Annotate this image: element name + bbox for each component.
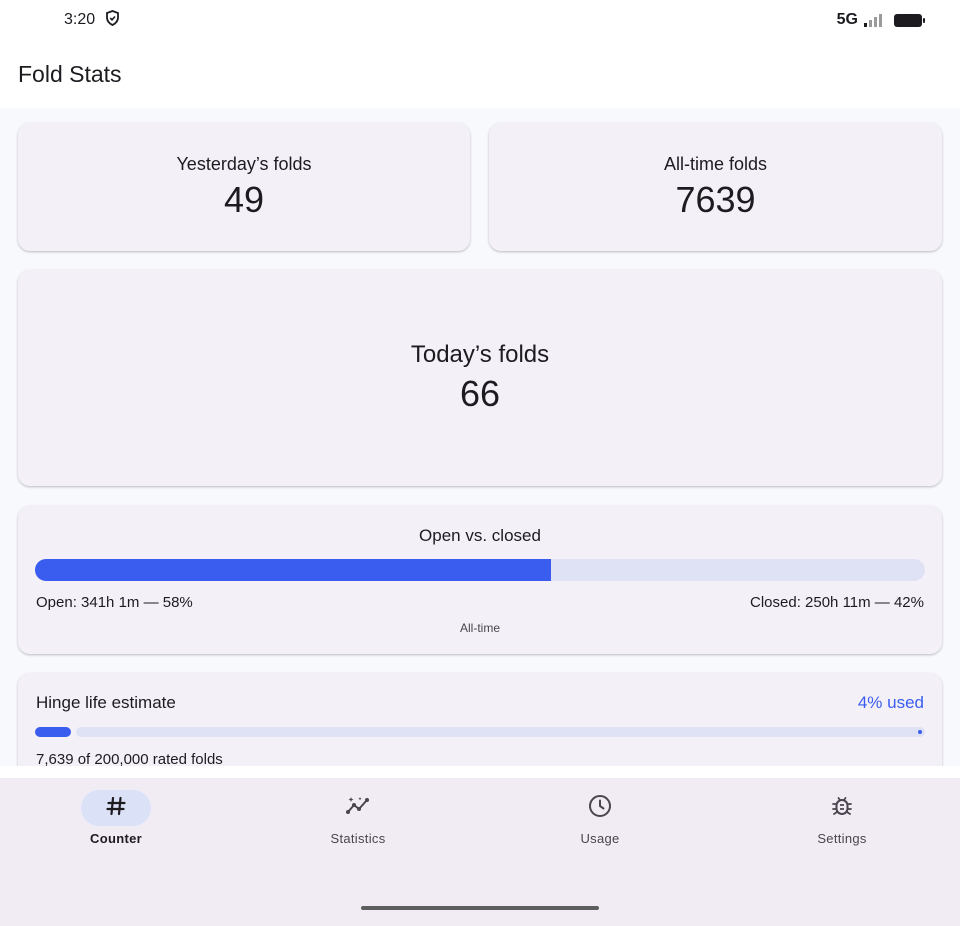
nav-item-counter[interactable]: Counter: [36, 790, 196, 846]
nav-icon-container[interactable]: [807, 790, 877, 826]
app-bar: Fold Stats: [0, 40, 960, 108]
bottom-navigation: Counter Statistics Usage Settings: [0, 778, 960, 926]
page-title: Fold Stats: [18, 60, 122, 87]
yesterday-folds-label: Yesterday’s folds: [176, 153, 312, 174]
status-time: 3:20: [64, 11, 96, 28]
yesterday-folds-card: Yesterday’s folds 49: [18, 123, 470, 251]
closed-time-text: Closed: 250h 11m — 42%: [750, 594, 924, 611]
today-folds-value: 66: [459, 373, 501, 414]
all-time-folds-value: 7639: [675, 178, 756, 220]
hash-icon: [105, 795, 127, 822]
open-closed-progress-bar: [35, 559, 925, 581]
hinge-remaining-track: [76, 727, 925, 737]
nav-label-settings: Settings: [817, 831, 867, 846]
nav-active-indicator[interactable]: [81, 790, 151, 826]
nav-icon-container[interactable]: [323, 790, 393, 826]
nav-item-settings[interactable]: Settings: [762, 790, 922, 846]
main-content[interactable]: Yesterday’s folds 49 All-time folds 7639…: [0, 108, 960, 766]
insights-icon: [345, 795, 371, 822]
nav-label-counter: Counter: [90, 831, 142, 846]
status-left: 3:20: [64, 9, 120, 31]
network-type: 5G: [836, 11, 858, 28]
open-progress-fill: [35, 559, 552, 581]
battery-icon: [894, 13, 925, 27]
hinge-used-fill: [35, 727, 71, 737]
nav-label-usage: Usage: [580, 831, 620, 846]
open-time-text: Open: 341h 1m — 58%: [36, 594, 193, 611]
hinge-used-text: 4% used: [857, 693, 924, 712]
all-time-folds-card: All-time folds 7639: [489, 123, 942, 251]
nav-label-statistics: Statistics: [330, 831, 386, 846]
open-vs-closed-caption: All-time: [459, 621, 500, 635]
hinge-life-title: Hinge life estimate: [36, 693, 176, 712]
hinge-rated-folds-text: 7,639 of 200,000 rated folds: [36, 751, 223, 766]
signal-icon: [864, 13, 882, 27]
hinge-life-card: Hinge life estimate 4% used 7,639 of 200…: [18, 673, 942, 766]
nav-icon-container[interactable]: [565, 790, 635, 826]
yesterday-folds-value: 49: [223, 178, 265, 220]
home-indicator[interactable]: [361, 906, 599, 910]
open-vs-closed-card: Open vs. closed Open: 341h 1m — 58% Clos…: [18, 506, 942, 654]
status-bar: 3:20 5G: [0, 0, 960, 40]
clock-icon: [588, 794, 612, 823]
hinge-progress-bar: [35, 727, 925, 737]
today-folds-label: Today’s folds: [410, 341, 550, 368]
status-right: 5G: [836, 11, 925, 29]
today-folds-card: Today’s folds 66: [18, 270, 942, 486]
nav-item-usage[interactable]: Usage: [520, 790, 680, 846]
all-time-folds-label: All-time folds: [663, 153, 768, 174]
open-vs-closed-title: Open vs. closed: [419, 526, 541, 545]
nav-item-statistics[interactable]: Statistics: [278, 790, 438, 846]
hinge-end-dot: [918, 730, 922, 734]
shield-icon: [105, 9, 120, 31]
bug-icon: [831, 794, 853, 823]
